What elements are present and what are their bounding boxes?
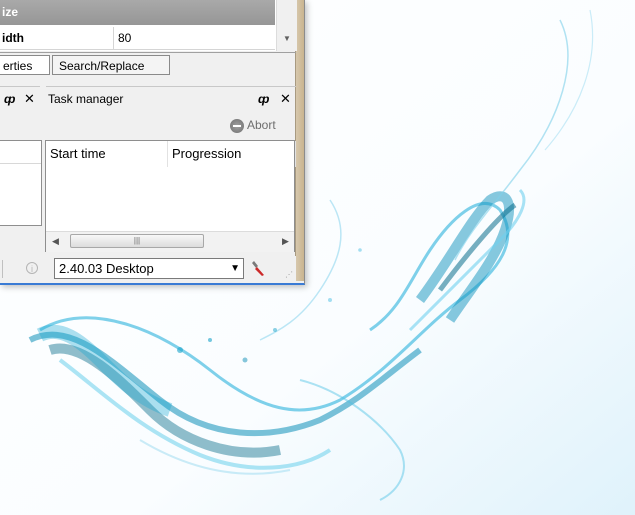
abort-button[interactable]: Abort — [230, 114, 276, 136]
close-icon[interactable]: ✕ — [24, 87, 35, 111]
app-window: ize idth 80 ▼ erties Search/Replace ȹ ✕ … — [0, 0, 305, 285]
abort-label: Abort — [247, 118, 276, 132]
scroll-right-icon[interactable]: ▶ — [282, 236, 289, 247]
task-table[interactable]: Start time Progression ◀ ||| ▶ — [45, 140, 296, 252]
chevron-down-icon[interactable]: ▼ — [230, 259, 240, 278]
tab-properties[interactable]: erties — [0, 55, 50, 75]
left-list-header — [0, 141, 41, 164]
scroll-left-icon[interactable]: ◀ — [52, 236, 59, 247]
float-icon[interactable]: ȹ — [4, 87, 15, 111]
property-scrollbar[interactable]: ▼ — [276, 0, 297, 51]
bottom-tabs: erties Search/Replace — [0, 52, 296, 79]
scrollbar-thumb[interactable]: ||| — [70, 234, 204, 248]
column-header-progression[interactable]: Progression — [168, 141, 296, 167]
status-separator — [2, 260, 3, 278]
info-icon[interactable]: i — [26, 262, 38, 274]
property-row[interactable]: idth 80 — [0, 27, 275, 50]
column-header-start-time[interactable]: Start time — [46, 141, 168, 167]
wrench-icon[interactable] — [250, 259, 268, 277]
status-bar: i 2.40.03 Desktop ▼ ⋰ — [0, 256, 296, 281]
version-select-value: 2.40.03 Desktop — [59, 261, 154, 276]
property-value[interactable]: 80 — [118, 27, 131, 49]
task-manager-header: Task manager ȹ ✕ — [46, 86, 296, 111]
stop-icon — [230, 118, 244, 133]
close-icon[interactable]: ✕ — [280, 87, 291, 111]
property-name: idth — [0, 27, 114, 49]
horizontal-scrollbar[interactable]: ◀ ||| ▶ — [46, 231, 294, 252]
property-grid: ize idth 80 ▼ — [0, 0, 297, 51]
left-panel-list[interactable] — [0, 140, 42, 226]
left-panel-header: ȹ ✕ — [0, 86, 40, 111]
task-manager-title: Task manager — [48, 92, 124, 106]
property-section-header[interactable]: ize — [0, 0, 275, 25]
version-select[interactable]: 2.40.03 Desktop ▼ — [54, 258, 244, 279]
tab-search-replace[interactable]: Search/Replace — [52, 55, 170, 75]
scroll-down-icon[interactable]: ▼ — [283, 34, 291, 43]
float-icon[interactable]: ȹ — [258, 87, 269, 111]
resize-grip-icon[interactable]: ⋰ — [285, 270, 293, 279]
